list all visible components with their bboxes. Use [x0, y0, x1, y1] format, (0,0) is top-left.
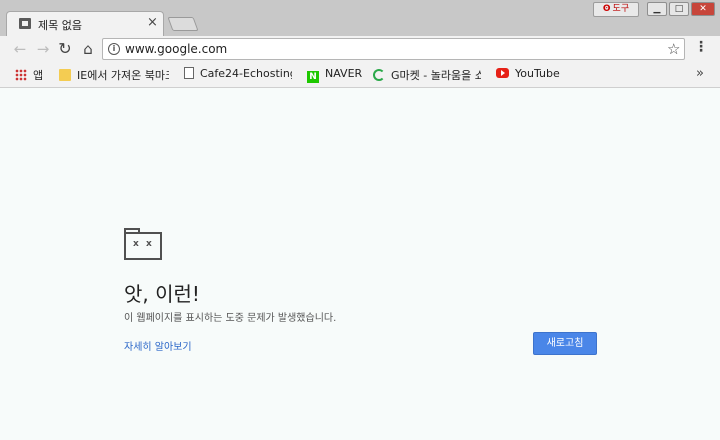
gmarket-icon — [373, 69, 385, 81]
bookmark-label: IE에서 가져온 북마크 — [77, 69, 169, 82]
folder-icon — [59, 69, 71, 81]
bookmark-apps[interactable]: 앱 — [15, 67, 43, 83]
bookmark-ie-folder[interactable]: IE에서 가져온 북마크 — [59, 67, 169, 83]
reload-button[interactable]: ↻ — [55, 39, 75, 59]
bookmark-label: YouTube — [515, 67, 560, 80]
apps-icon — [15, 69, 27, 81]
minimize-button[interactable]: ▁ — [647, 2, 667, 16]
bookmark-star-icon[interactable]: ☆ — [667, 40, 680, 58]
bookmarks-bar: 앱 IE에서 가져온 북마크 Cafe24-Echosting Ac N NAVE… — [0, 62, 720, 88]
sad-tab-icon: x x — [124, 228, 162, 260]
bookmark-naver[interactable]: N NAVER — [307, 67, 362, 83]
tab-close-icon[interactable]: × — [147, 15, 158, 31]
active-tab[interactable]: 제목 없음 × — [6, 11, 164, 36]
url-text[interactable]: www.google.com — [125, 42, 227, 56]
naver-icon: N — [307, 71, 319, 83]
bookmark-gmarket[interactable]: G마켓 - 놀라움을 쇼 — [373, 67, 481, 83]
home-button[interactable]: ⌂ — [78, 39, 98, 59]
info-icon[interactable]: i — [108, 43, 120, 55]
page-icon — [184, 67, 194, 79]
bookmark-cafe24[interactable]: Cafe24-Echosting Ac — [184, 67, 292, 83]
bookmark-label: 앱 — [33, 69, 44, 82]
error-title: 앗, 이런! — [124, 282, 200, 306]
reload-page-button[interactable]: 새로고침 — [533, 332, 597, 355]
youtube-icon — [496, 68, 509, 78]
profile-button[interactable]: ʘ 도구 — [593, 2, 639, 17]
title-bar: 제목 없음 × ʘ 도구 ▁ □ ✕ — [0, 0, 720, 36]
new-tab-button[interactable] — [167, 17, 199, 31]
bookmark-youtube[interactable]: YouTube — [496, 67, 560, 83]
profile-icon: ʘ — [602, 4, 611, 14]
close-window-button[interactable]: ✕ — [691, 2, 715, 16]
bookmark-label: NAVER — [325, 67, 363, 80]
toolbar: ← → ↻ ⌂ i www.google.com ☆ ⋮ — [0, 36, 720, 62]
maximize-button[interactable]: □ — [669, 2, 689, 16]
address-bar[interactable]: i www.google.com ☆ — [102, 38, 685, 60]
back-button[interactable]: ← — [10, 39, 30, 59]
menu-icon[interactable]: ⋮ — [694, 39, 708, 55]
learn-more-link[interactable]: 자세히 알아보기 — [124, 338, 192, 353]
error-description: 이 웹페이지를 표시하는 도중 문제가 발생했습니다. — [124, 313, 337, 324]
tab-title: 제목 없음 — [38, 19, 82, 32]
bookmark-label: G마켓 - 놀라움을 쇼 — [391, 69, 481, 82]
forward-button[interactable]: → — [33, 39, 53, 59]
bookmark-label: Cafe24-Echosting Ac — [200, 67, 292, 80]
sad-tab-icon — [19, 18, 31, 29]
sad-face: x x — [133, 239, 154, 249]
profile-label: 도구 — [612, 4, 630, 14]
more-bookmarks-icon[interactable]: » — [696, 66, 704, 81]
